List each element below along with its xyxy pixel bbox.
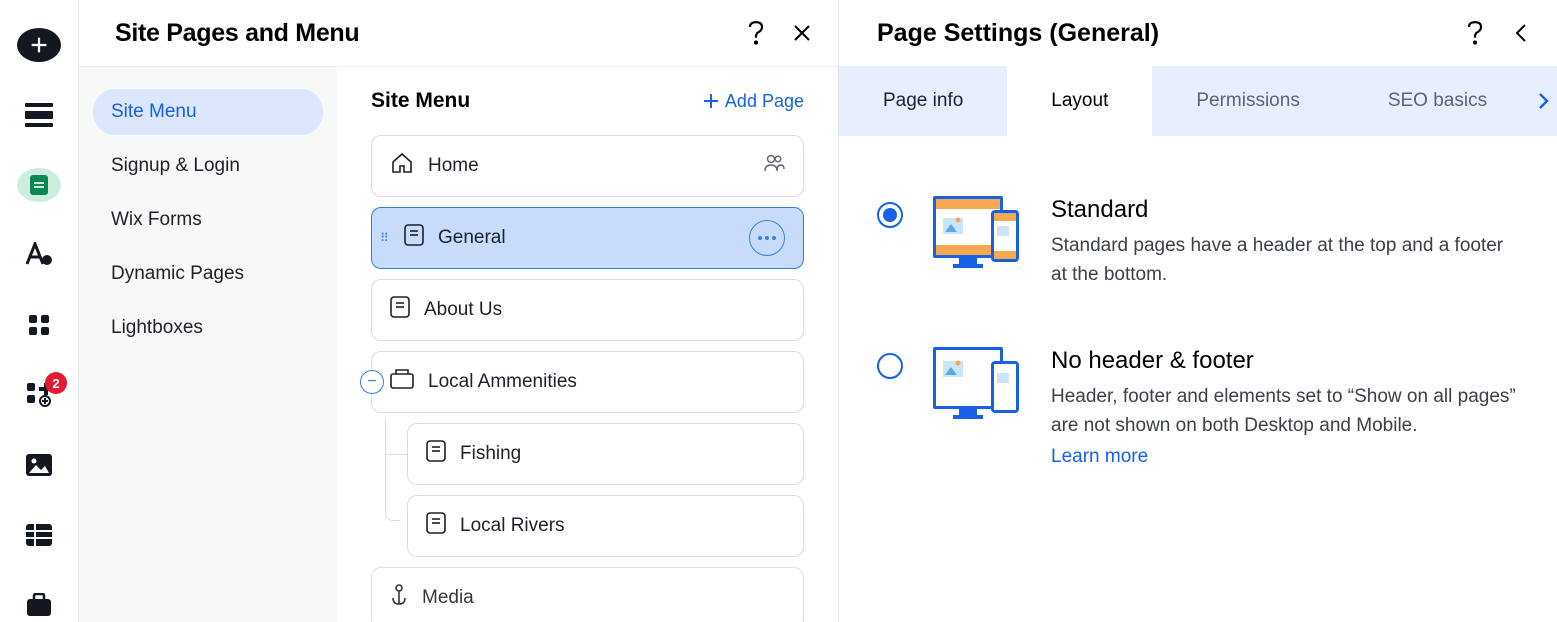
page-label: Media — [422, 587, 785, 609]
page-label: Home — [428, 155, 749, 177]
badge: 2 — [45, 372, 67, 394]
help-icon — [747, 21, 765, 45]
category-dynamic-pages[interactable]: Dynamic Pages — [93, 251, 323, 297]
chevron-right-icon — [1538, 92, 1550, 110]
page-actions-button[interactable] — [749, 220, 785, 256]
close-button[interactable] — [788, 19, 816, 47]
page-item-about-us[interactable]: About Us — [371, 279, 804, 341]
section-button[interactable] — [17, 98, 61, 132]
page-item-local-rivers[interactable]: Local Rivers — [407, 495, 804, 557]
data-button[interactable] — [17, 518, 61, 552]
tree-title: Site Menu — [371, 89, 703, 113]
apps-button[interactable] — [17, 308, 61, 342]
plus-icon — [703, 93, 719, 109]
media-button[interactable] — [17, 448, 61, 482]
page-label: About Us — [424, 299, 785, 321]
business-button[interactable] — [17, 588, 61, 622]
no-header-footer-layout-icon — [929, 347, 1025, 434]
help-button[interactable] — [742, 19, 770, 47]
chevron-left-icon — [1514, 23, 1528, 43]
learn-more-link[interactable]: Learn more — [1051, 446, 1148, 468]
page-item-general[interactable]: ⠿ General — [371, 207, 804, 269]
category-lightboxes[interactable]: Lightboxes — [93, 305, 323, 351]
page-label: General — [438, 227, 735, 249]
page-item-local-ammenities[interactable]: − Local Ammenities — [371, 351, 804, 413]
layout-option-no-header-footer[interactable]: No header & footer Header, footer and el… — [877, 347, 1519, 468]
page-settings-panel: Page Settings (General) Page info Layout… — [838, 0, 1557, 622]
theme-icon — [25, 242, 53, 268]
page-icon — [426, 512, 446, 540]
radio-standard[interactable] — [877, 202, 903, 228]
tab-page-info[interactable]: Page info — [839, 66, 1007, 136]
plus-icon — [28, 34, 50, 56]
briefcase-icon — [26, 593, 52, 617]
option-description: Standard pages have a header at the top … — [1051, 232, 1519, 289]
image-icon — [26, 454, 52, 476]
panel1-title: Site Pages and Menu — [115, 19, 724, 48]
add-page-button[interactable]: Add Page — [703, 91, 804, 112]
help-icon — [1466, 21, 1484, 45]
option-title: Standard — [1051, 196, 1519, 224]
dots-icon — [758, 236, 776, 240]
standard-layout-icon — [929, 196, 1025, 283]
add-page-label: Add Page — [725, 91, 804, 112]
pages-button[interactable] — [17, 168, 61, 202]
page-label: Local Rivers — [460, 515, 785, 537]
left-toolbar: 2 — [0, 0, 78, 622]
panel2-header: Page Settings (General) — [839, 0, 1557, 66]
page-icon — [426, 440, 446, 468]
add-button[interactable] — [17, 28, 61, 62]
page-item-fishing[interactable]: Fishing — [407, 423, 804, 485]
page-label: Fishing — [460, 443, 785, 465]
settings-tabs: Page info Layout Permissions SEO basics — [839, 66, 1557, 136]
apps-icon — [27, 313, 51, 337]
help-button[interactable] — [1461, 19, 1489, 47]
drag-handle-icon[interactable]: ⠿ — [380, 231, 389, 245]
page-children: Fishing Local Rivers — [371, 423, 804, 557]
option-title: No header & footer — [1051, 347, 1519, 375]
home-icon — [390, 152, 414, 180]
page-label: Local Ammenities — [428, 371, 785, 393]
tab-permissions[interactable]: Permissions — [1152, 66, 1343, 136]
panel1-header: Site Pages and Menu — [79, 0, 838, 66]
members-icon — [763, 154, 785, 178]
site-pages-panel: Site Pages and Menu Site Menu Signup & L… — [78, 0, 838, 622]
option-description: Header, footer and elements set to “Show… — [1051, 383, 1519, 440]
tabs-scroll-right[interactable] — [1531, 66, 1557, 136]
layout-option-standard[interactable]: Standard Standard pages have a header at… — [877, 196, 1519, 289]
table-icon — [26, 524, 52, 546]
panel2-title: Page Settings (General) — [877, 19, 1443, 48]
page-item-media[interactable]: Media — [371, 567, 804, 622]
page-tree: Site Menu Add Page Home ⠿ — [337, 67, 838, 622]
category-signup-login[interactable]: Signup & Login — [93, 143, 323, 189]
pages-icon — [27, 173, 51, 197]
page-icon — [390, 296, 410, 324]
store-button[interactable]: 2 — [17, 378, 61, 412]
close-icon — [793, 24, 811, 42]
category-site-menu[interactable]: Site Menu — [93, 89, 323, 135]
page-item-home[interactable]: Home — [371, 135, 804, 197]
anchor-icon — [390, 584, 408, 612]
collapse-button[interactable]: − — [360, 370, 384, 394]
radio-no-header-footer[interactable] — [877, 353, 903, 379]
page-icon — [404, 224, 424, 252]
section-icon — [25, 103, 53, 127]
category-list: Site Menu Signup & Login Wix Forms Dynam… — [79, 67, 337, 622]
theme-button[interactable] — [17, 238, 61, 272]
tab-layout[interactable]: Layout — [1007, 66, 1152, 136]
folder-icon — [390, 368, 414, 396]
back-button[interactable] — [1507, 19, 1535, 47]
tab-seo-basics[interactable]: SEO basics — [1344, 66, 1531, 136]
category-wix-forms[interactable]: Wix Forms — [93, 197, 323, 243]
